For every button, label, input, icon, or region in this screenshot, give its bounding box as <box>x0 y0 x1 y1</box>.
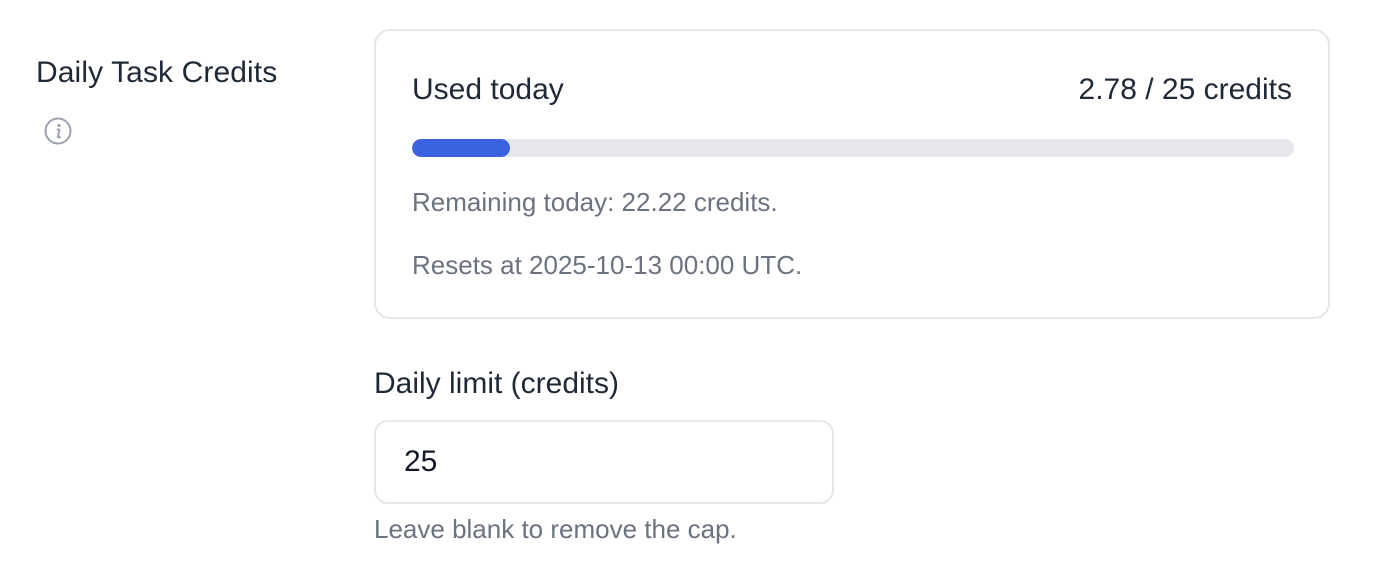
usage-progress-bar <box>412 139 1294 157</box>
usage-card: Used today 2.78 / 25 credits Remaining t… <box>374 29 1330 319</box>
info-icon[interactable] <box>44 117 72 145</box>
remaining-credits-text: Remaining today: 22.22 credits. <box>412 187 778 217</box>
daily-limit-helper-text: Leave blank to remove the cap. <box>374 514 737 544</box>
usage-title: Used today <box>412 73 564 106</box>
daily-limit-label: Daily limit (credits) <box>374 367 620 400</box>
reset-time-text: Resets at 2025-10-13 00:00 UTC. <box>412 250 803 280</box>
usage-progress-fill <box>412 139 511 157</box>
usage-value: 2.78 / 25 credits <box>1078 73 1292 106</box>
daily-limit-input[interactable] <box>374 420 834 504</box>
section-title: Daily Task Credits <box>36 56 278 89</box>
